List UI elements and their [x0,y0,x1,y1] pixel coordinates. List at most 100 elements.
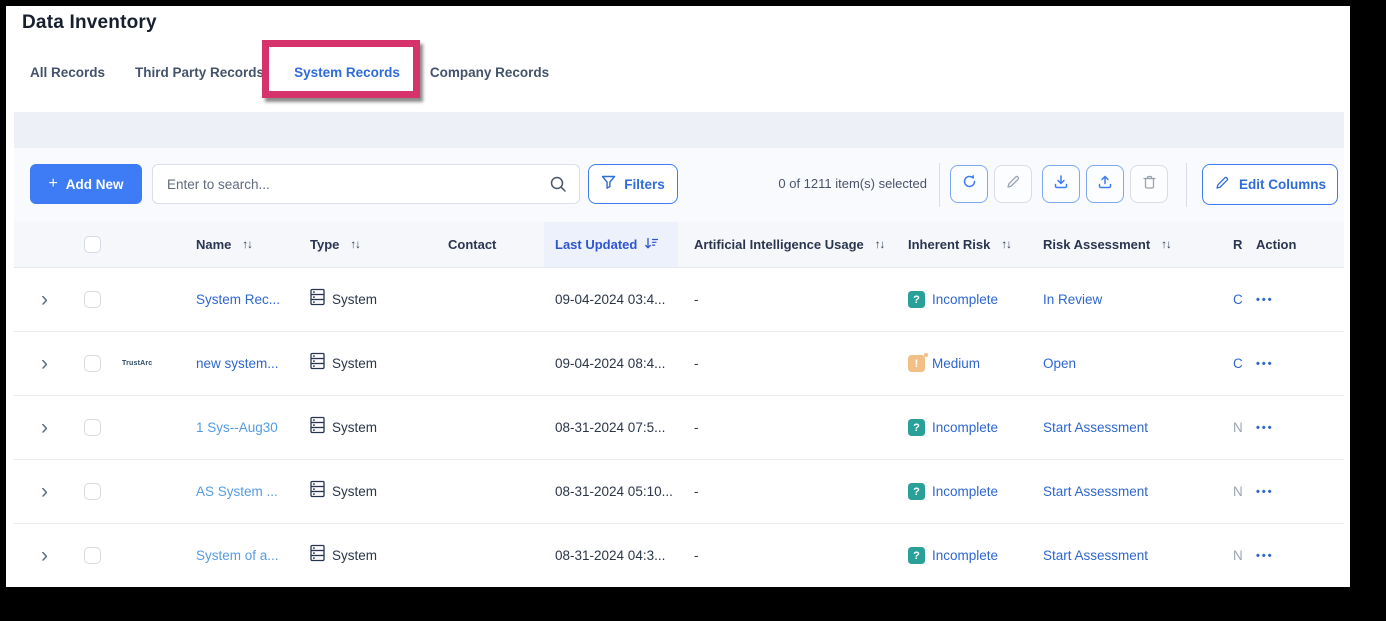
inherent-risk-link[interactable]: Incomplete [932,292,998,307]
search-box [152,164,580,204]
record-ai-usage-cell: - [694,396,699,459]
tab-third-party-records[interactable]: Third Party Records [135,61,264,84]
record-type-cell: System [310,524,377,587]
risk-assessment-link[interactable]: Start Assessment [1043,484,1148,499]
record-inherent-risk-cell: ? Incomplete [908,460,998,523]
row-checkbox[interactable] [84,291,101,308]
download-button[interactable] [1042,165,1080,203]
selection-count: 0 of 1211 item(s) selected [704,176,927,191]
expand-row-control[interactable]: › [41,460,48,523]
server-icon [310,352,325,375]
row-checkbox-cell [84,268,101,331]
add-new-button[interactable]: + Add New [30,164,142,204]
row-action-menu-button[interactable]: ••• [1256,460,1274,523]
filters-button[interactable]: Filters [588,164,678,204]
record-r-cell: C [1233,268,1243,331]
record-last-updated-cell: 08-31-2024 04:3... [555,524,665,587]
row-action-menu-button[interactable]: ••• [1256,332,1274,395]
sort-icon[interactable]: ↑↓ [1161,239,1171,251]
record-name-link[interactable]: System of a... [196,548,279,563]
row-action-menu-button[interactable]: ••• [1256,268,1274,331]
risk-assessment-link[interactable]: Open [1043,356,1076,371]
record-ai-usage-cell: - [694,460,699,523]
sort-icon[interactable]: ↑↓ [350,239,360,251]
record-risk-assessment-cell: Start Assessment [1043,396,1148,459]
edit-columns-button[interactable]: Edit Columns [1202,164,1338,205]
record-r-cell: N [1233,396,1243,459]
table-header: Name ↑↓ Type ↑↓ Contact Last Updated Art… [14,222,1344,268]
inherent-risk-link[interactable]: Incomplete [932,420,998,435]
record-risk-assessment-cell: In Review [1043,268,1102,331]
risk-assessment-link[interactable]: In Review [1043,292,1102,307]
record-r-cell: C [1233,332,1243,395]
edit-button[interactable] [994,165,1032,203]
record-last-updated-cell: 08-31-2024 07:5... [555,396,665,459]
plus-icon: + [48,176,57,192]
delete-button[interactable] [1130,165,1168,203]
risk-assessment-link[interactable]: Start Assessment [1043,420,1148,435]
risk-badge-icon: ? [908,483,925,500]
inherent-risk-link[interactable]: Incomplete [932,548,998,563]
search-input[interactable] [153,165,579,203]
ellipsis-icon: ••• [1256,550,1274,562]
chevron-right-icon: › [41,289,48,310]
record-type-cell: System [310,460,377,523]
sort-icon[interactable]: ↑↓ [242,239,252,251]
sort-icon[interactable]: ↑↓ [875,239,885,251]
sort-desc-icon[interactable] [644,237,659,253]
column-header-risk-assessment[interactable]: Risk Assessment ↑↓ [1043,222,1171,267]
filter-funnel-icon [601,175,616,193]
search-icon [549,175,567,198]
upload-button[interactable] [1086,165,1124,203]
record-name-link[interactable]: System Rec... [196,292,280,307]
sort-icon[interactable]: ↑↓ [1001,239,1011,251]
expand-row-control[interactable]: › [41,396,48,459]
table-row: › System of a... System [14,524,1344,587]
record-r-cell: N [1233,460,1243,523]
expand-row-control[interactable]: › [41,268,48,331]
record-name-link[interactable]: new system... [196,356,279,371]
row-checkbox-cell [84,332,101,395]
inherent-risk-link[interactable]: Incomplete [932,484,998,499]
record-ai-usage-cell: - [694,524,699,587]
record-type-cell: System [310,332,377,395]
row-action-menu-button[interactable]: ••• [1256,396,1274,459]
risk-badge-icon: ! [908,355,925,372]
annotation-highlight-box [262,40,420,98]
record-inherent-risk-cell: ? Incomplete [908,524,998,587]
refresh-icon [961,173,978,195]
inherent-risk-link[interactable]: Medium [932,356,980,371]
add-new-label: Add New [66,177,124,192]
row-checkbox[interactable] [84,355,101,372]
row-action-menu-button[interactable]: ••• [1256,524,1274,587]
row-checkbox[interactable] [84,483,101,500]
record-name-link[interactable]: AS System ... [196,484,278,499]
toolbar-divider [939,163,940,207]
record-logo [122,396,194,459]
select-all-checkbox[interactable] [84,236,101,253]
expand-row-control[interactable]: › [41,524,48,587]
chevron-right-icon: › [41,481,48,502]
record-logo [122,524,194,587]
column-header-name[interactable]: Name ↑↓ [196,222,252,267]
column-header-type[interactable]: Type ↑↓ [310,222,360,267]
record-last-updated-cell: 08-31-2024 05:10... [555,460,673,523]
record-inherent-risk-cell: ? Incomplete [908,396,998,459]
row-checkbox[interactable] [84,547,101,564]
expand-row-control[interactable]: › [41,332,48,395]
refresh-button[interactable] [950,165,988,203]
record-risk-assessment-cell: Start Assessment [1043,460,1148,523]
ellipsis-icon: ••• [1256,358,1274,370]
record-type-cell: System [310,268,377,331]
column-header-inherent-risk[interactable]: Inherent Risk ↑↓ [908,222,1011,267]
column-header-last-updated[interactable]: Last Updated [555,222,659,267]
column-header-ai-usage[interactable]: Artificial Intelligence Usage ↑↓ [694,222,884,267]
tab-all-records[interactable]: All Records [30,61,105,84]
upload-icon [1097,174,1113,195]
risk-assessment-link[interactable]: Start Assessment [1043,548,1148,563]
record-r-cell: N [1233,524,1243,587]
record-name-link[interactable]: 1 Sys--Aug30 [196,420,278,435]
row-checkbox[interactable] [84,419,101,436]
tab-company-records[interactable]: Company Records [430,61,549,84]
column-header-r-truncated[interactable]: R [1233,222,1242,267]
